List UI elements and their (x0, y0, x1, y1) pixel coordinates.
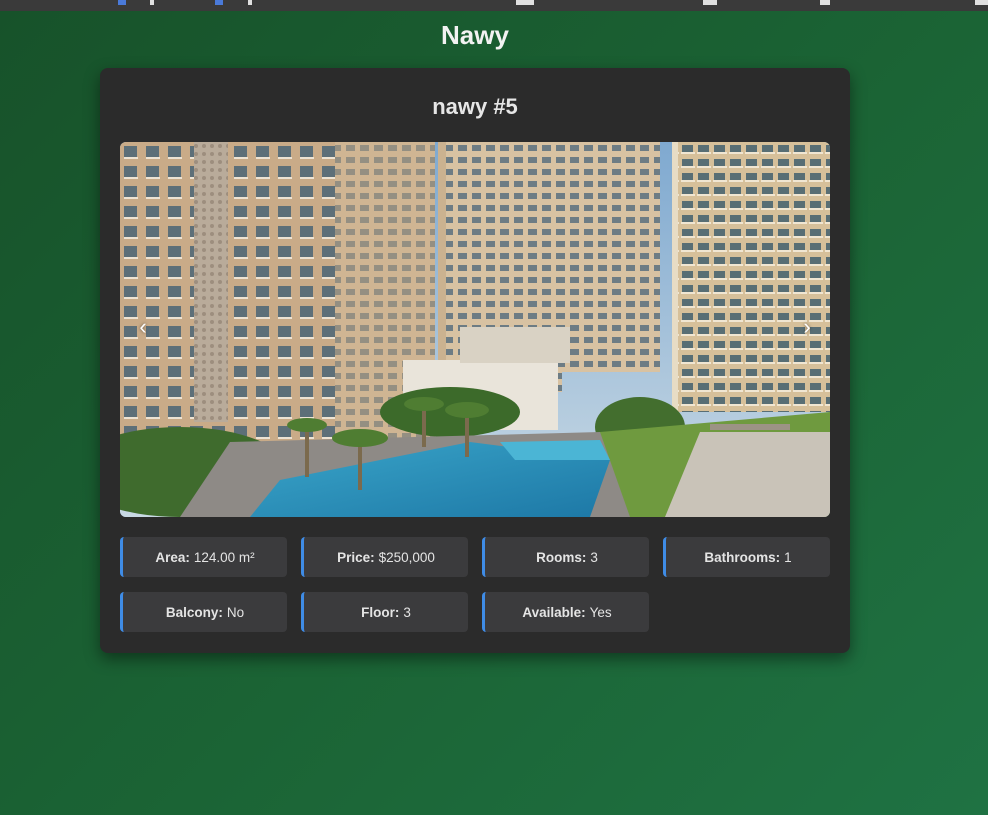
detail-balcony: Balcony: No (120, 592, 287, 632)
detail-bathrooms: Bathrooms: 1 (663, 537, 830, 577)
detail-value: $250,000 (378, 549, 435, 565)
image-carousel[interactable]: ‹ › (120, 142, 830, 517)
carousel-next-button[interactable]: › (792, 312, 822, 342)
detail-area: Area: 124.00 m² (120, 537, 287, 577)
detail-label: Bathrooms: (704, 549, 781, 565)
property-card: nawy #5 ‹ › Area: 124.00 m² Price: $250,… (100, 68, 850, 653)
site-title: Nawy (441, 20, 509, 50)
detail-value: 1 (784, 549, 792, 565)
property-details: Area: 124.00 m² Price: $250,000 Rooms: 3… (120, 537, 830, 632)
carousel-prev-button[interactable]: ‹ (128, 312, 158, 342)
browser-top-strip (0, 0, 988, 11)
detail-value: No (226, 604, 245, 620)
property-photo (120, 142, 830, 517)
detail-label: Rooms: (536, 549, 587, 565)
detail-available: Available: Yes (482, 592, 649, 632)
detail-floor: Floor: 3 (301, 592, 468, 632)
detail-label: Balcony: (165, 604, 223, 620)
property-title: nawy #5 (432, 94, 518, 119)
detail-price: Price: $250,000 (301, 537, 468, 577)
detail-label: Floor: (361, 604, 400, 620)
detail-value: 3 (590, 549, 598, 565)
detail-value: 124.00 m² (193, 549, 255, 565)
detail-value: 3 (403, 604, 411, 620)
detail-rooms: Rooms: 3 (482, 537, 649, 577)
detail-label: Area: (155, 549, 190, 565)
detail-label: Available: (522, 604, 586, 620)
detail-value: Yes (589, 604, 612, 620)
detail-label: Price: (337, 549, 375, 565)
